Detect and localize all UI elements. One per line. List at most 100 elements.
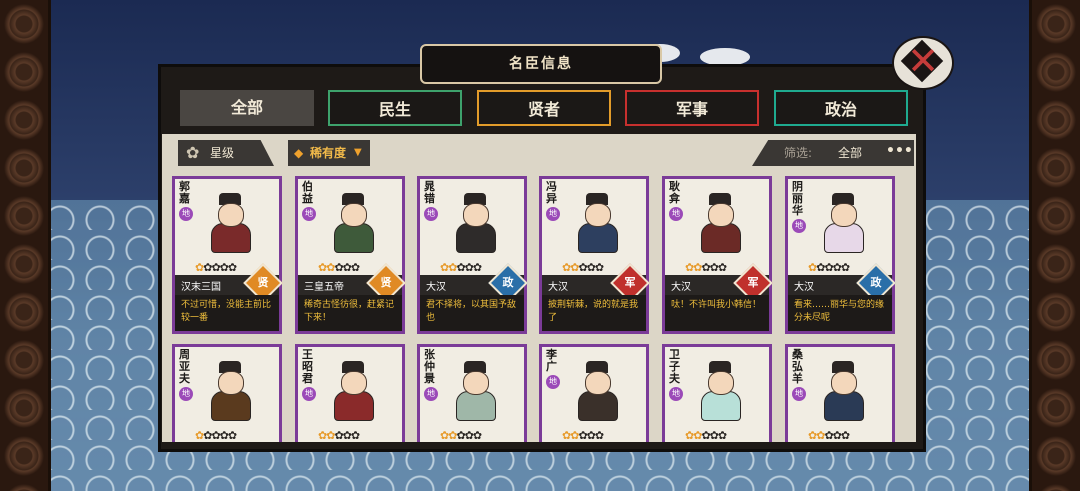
minister-name: 耿弇 [669, 180, 680, 205]
minister-quote: 君不择将，以其国予敌也 [420, 295, 524, 331]
tab-zhengzhi[interactable]: 政治 [774, 90, 908, 126]
star-icon: ✿ [472, 261, 482, 274]
face [341, 371, 367, 395]
tab-xianzhe[interactable]: 贤者 [477, 90, 611, 126]
minister-card[interactable]: 晁错地 ✿✿✿✿✿ 大汉 政君不择将，以其国予敌也 [417, 176, 528, 334]
star-icon: ✿ [219, 429, 229, 442]
minister-card[interactable]: 李广地 ✿✿✿✿✿ [539, 344, 649, 442]
robe [211, 223, 251, 253]
minister-card[interactable]: 张仲景地 ✿✿✿✿✿ [417, 344, 527, 442]
face [831, 203, 857, 227]
star-rating: ✿✿✿✿✿ [562, 429, 604, 442]
minister-card[interactable]: 郭嘉地 ✿✿✿✿✿ 汉末三国 贤不过可惜，没能主前比较一番 [172, 176, 283, 334]
minister-name: 李广 [546, 348, 557, 373]
star-icon: ✿ [211, 261, 220, 274]
star-icon: ✿ [701, 261, 710, 274]
star-icon: ✿ [685, 429, 694, 442]
star-icon: ✿ [594, 261, 604, 274]
minister-card[interactable]: 耿弇地 ✿✿✿✿✿ 大汉 军呔！不许叫我小韩信！ [662, 176, 773, 334]
minister-quote: 不过可惜，没能主前比较一番 [175, 295, 279, 331]
dynasty-label: 大汉 [671, 282, 691, 293]
tab-junshi[interactable]: 军事 [625, 90, 759, 126]
minister-name: 冯异 [546, 180, 557, 205]
minister-card[interactable]: 冯异地 ✿✿✿✿✿ 大汉 军披荆斩棘，说的就是我了 [539, 176, 650, 334]
rarity-tag: 地 [424, 207, 438, 221]
star-icon: ✿ [808, 261, 817, 274]
rarity-tag: 地 [792, 219, 806, 233]
star-icon: ✿ [594, 429, 604, 442]
minister-card[interactable]: 王昭君地 ✿✿✿✿✿ [295, 344, 405, 442]
star-rating: ✿✿✿✿✿ [195, 429, 237, 442]
filter-label: 筛选: [784, 146, 813, 160]
right-frame [1029, 0, 1080, 491]
diamond-icon: ◆ [294, 146, 304, 160]
minister-portrait [328, 193, 378, 253]
star-icon: ✿ [824, 429, 833, 442]
close-button[interactable]: ✕ [892, 36, 954, 90]
tab-all[interactable]: 全部 [180, 90, 314, 126]
face [708, 371, 734, 395]
star-icon: ✿ [318, 261, 327, 274]
dynasty-label: 三皇五帝 [304, 282, 344, 293]
star-rating: ✿✿✿✿✿ [440, 429, 482, 442]
robe [334, 391, 374, 421]
dynasty-label: 汉末三国 [181, 282, 221, 293]
star-icon: ✿ [334, 261, 343, 274]
minister-card[interactable]: 桑弘羊地 ✿✿✿✿✿ [785, 344, 895, 442]
minister-card[interactable]: 伯益地 ✿✿✿✿✿ 三皇五帝 贤稀奇古怪彷很，赶紧记下来！ [295, 176, 406, 334]
more-icon[interactable]: ••• [886, 140, 913, 164]
minister-card[interactable]: 周亚夫地 ✿✿✿✿✿ [172, 344, 282, 442]
info-bar: 大汉 政 [788, 263, 896, 303]
star-icon: ✿ [350, 261, 360, 274]
face [831, 371, 857, 395]
robe [701, 391, 741, 421]
minister-portrait [695, 193, 745, 253]
star-icon: ✿ [195, 429, 204, 442]
face [463, 203, 489, 227]
minister-portrait [328, 361, 378, 421]
rarity-tag: 地 [302, 387, 316, 401]
dynasty-label: 大汉 [794, 282, 814, 293]
minister-portrait [450, 193, 500, 253]
minister-portrait [205, 193, 255, 253]
minister-quote: 看来……丽华与您的缘分未尽呢 [788, 295, 892, 331]
star-level-sort[interactable]: ✿ 星级 [178, 140, 274, 166]
star-icon: ✿ [709, 261, 719, 274]
close-icon: ✕ [907, 39, 939, 83]
info-bar: 汉末三国 贤 [175, 263, 283, 303]
star-icon: ✿ [578, 261, 587, 274]
star-rating: ✿✿✿✿✿ [808, 429, 850, 442]
minister-quote: 稀奇古怪彷很，赶紧记下来！ [298, 295, 402, 331]
minister-portrait [818, 193, 868, 253]
minister-card[interactable]: 卫子夫地 ✿✿✿✿✿ [662, 344, 772, 442]
face [218, 371, 244, 395]
star-icon: ✿ [440, 261, 449, 274]
minister-portrait [205, 361, 255, 421]
category-badge-label: 政 [870, 276, 882, 289]
star-rating: ✿✿✿✿✿ [562, 261, 604, 274]
minister-card[interactable]: 阴丽华地 ✿✿✿✿✿ 大汉 政看来……丽华与您的缘分未尽呢 [785, 176, 896, 334]
star-icon: ✿ [578, 429, 587, 442]
robe [211, 391, 251, 421]
rarity-tag: 地 [546, 375, 560, 389]
star-icon: ✿ [840, 429, 850, 442]
star-icon: ✿ [350, 429, 360, 442]
tab-minsheng[interactable]: 民生 [328, 90, 462, 126]
rarity-sort[interactable]: ◆ 稀有度 ▼ [288, 140, 370, 166]
star-icon: ✿ [701, 429, 710, 442]
info-bar: 大汉 政 [420, 263, 528, 303]
face [218, 203, 244, 227]
minister-name: 王昭君 [302, 348, 313, 385]
star-icon: ✿ [832, 261, 842, 274]
face [585, 371, 611, 395]
star-icon: ✿ [342, 429, 352, 442]
rarity-label: 稀有度 [310, 146, 347, 160]
robe [456, 391, 496, 421]
minister-portrait [572, 193, 622, 253]
rarity-tag: 地 [302, 207, 316, 221]
star-rating: ✿✿✿✿✿ [318, 261, 360, 274]
minister-portrait [450, 361, 500, 421]
minister-name: 周亚夫 [179, 348, 190, 385]
filter-dropdown[interactable]: 筛选: 全部 ••• [752, 140, 914, 166]
minister-quote: 呔！不许叫我小韩信！ [665, 295, 769, 331]
